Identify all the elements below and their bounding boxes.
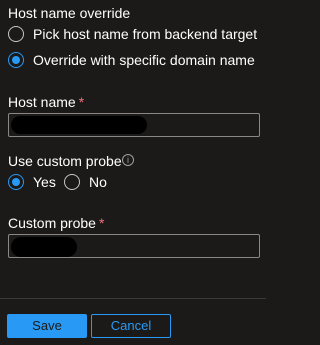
radio-label: No	[89, 174, 107, 190]
custom-probe-label-text: Custom probe	[8, 215, 96, 231]
radio-circle-unselected[interactable]	[8, 26, 24, 42]
radio-circle-unselected[interactable]	[64, 174, 80, 190]
redacted-value	[11, 237, 77, 257]
radio-custom-probe-yes[interactable]: Yes	[8, 172, 56, 192]
host-name-label-text: Host name	[8, 94, 76, 110]
radio-custom-probe-no[interactable]: No	[64, 172, 107, 192]
radio-override-domain-name[interactable]: Override with specific domain name	[8, 50, 255, 70]
custom-probe-dropdown[interactable]	[8, 234, 260, 258]
host-name-override-label: Host name override	[8, 5, 131, 21]
required-marker: *	[98, 215, 105, 231]
radio-label: Pick host name from backend target	[33, 26, 258, 42]
footer-divider	[0, 298, 266, 299]
save-button[interactable]: Save	[7, 314, 87, 338]
radio-circle-selected[interactable]	[8, 174, 24, 190]
radio-label: Yes	[33, 174, 56, 190]
host-name-input[interactable]	[8, 113, 260, 137]
cancel-button[interactable]: Cancel	[91, 314, 171, 338]
use-custom-probe-label: Use custom probe	[8, 153, 122, 169]
radio-circle-selected[interactable]	[8, 52, 24, 68]
info-icon[interactable]: i	[122, 154, 134, 166]
radio-pick-host-from-backend[interactable]: Pick host name from backend target	[8, 24, 257, 44]
redacted-value	[11, 116, 147, 134]
radio-label: Override with specific domain name	[33, 52, 255, 68]
custom-probe-label: Custom probe *	[8, 214, 104, 232]
host-name-label: Host name *	[8, 93, 84, 111]
required-marker: *	[78, 94, 85, 110]
